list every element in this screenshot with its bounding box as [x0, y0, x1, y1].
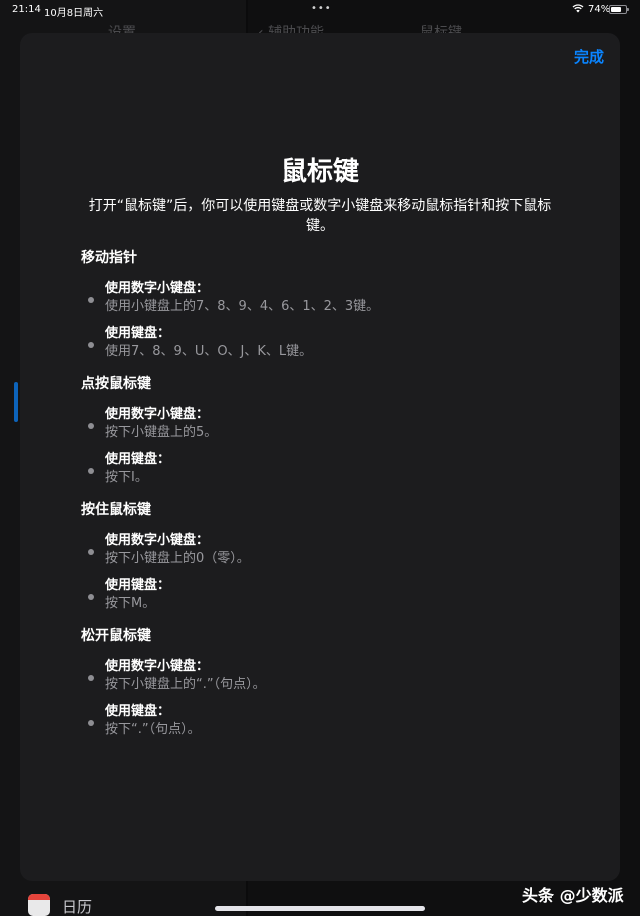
item-desc: 按下I。 [105, 470, 148, 485]
sheet-content: 移动指针 使用数字小键盘： 使用小键盘上的7、8、9、4、6、1、2、3键。 使… [81, 248, 561, 739]
item-desc: 使用小键盘上的7、8、9、4、6、1、2、3键。 [105, 299, 380, 314]
section-title: 移动指针 [81, 250, 137, 266]
bullet-icon [88, 594, 94, 600]
sheet-title: 鼠标键 [280, 157, 359, 187]
item-label: 使用数字小键盘： [105, 281, 210, 296]
status-bar: 21:14 10月8日周六 ••• 74% [0, 0, 640, 20]
sheet-intro: 打开“鼠标键”后，你可以使用键盘或数字小键盘来移动鼠标指针和按下鼠标键。 [88, 198, 552, 234]
bullet-icon [88, 720, 94, 726]
calendar-icon [28, 894, 50, 916]
item-desc: 按下小键盘上的0（零）。 [105, 551, 250, 566]
battery-icon [609, 5, 629, 14]
item-desc: 按下“.”（句点）。 [105, 722, 201, 737]
section-title: 点按鼠标键 [81, 376, 151, 392]
sidebar-item-calendar[interactable]: 日历 [62, 896, 92, 916]
item-label: 使用键盘： [105, 704, 171, 719]
section-release-mouse: 松开鼠标键 使用数字小键盘： 按下小键盘上的“.”（句点）。 使用键盘： 按下“… [81, 626, 561, 739]
list-item: 使用键盘： 按下I。 [81, 451, 561, 487]
home-indicator[interactable] [215, 906, 425, 911]
item-desc: 按下小键盘上的“.”（句点）。 [105, 677, 266, 692]
list-item: 使用数字小键盘： 使用小键盘上的7、8、9、4、6、1、2、3键。 [81, 280, 561, 316]
bullet-icon [88, 423, 94, 429]
battery-percent: 74% [588, 4, 611, 15]
item-desc: 按下小键盘上的5。 [105, 425, 218, 440]
item-label: 使用键盘： [105, 326, 171, 341]
list-item: 使用数字小键盘： 按下小键盘上的0（零）。 [81, 532, 561, 568]
bullet-icon [88, 342, 94, 348]
bullet-icon [88, 549, 94, 555]
battery-fill [611, 7, 621, 12]
section-title: 按住鼠标键 [81, 502, 151, 518]
item-desc: 使用7、8、9、U、O、J、K、L键。 [105, 344, 313, 359]
status-date: 10月8日周六 [44, 8, 104, 19]
item-label: 使用键盘： [105, 578, 171, 593]
list-item: 使用数字小键盘： 按下小键盘上的5。 [81, 406, 561, 442]
multitasking-dots-icon[interactable]: ••• [311, 3, 332, 14]
item-label: 使用数字小键盘： [105, 533, 210, 548]
item-label: 使用键盘： [105, 452, 171, 467]
section-move-pointer: 移动指针 使用数字小键盘： 使用小键盘上的7、8、9、4、6、1、2、3键。 使… [81, 248, 561, 361]
list-item: 使用键盘： 按下“.”（句点）。 [81, 703, 561, 739]
background-selected-indicator [14, 382, 18, 422]
wifi-icon [572, 4, 584, 13]
status-time: 21:14 [12, 4, 41, 15]
bullet-icon [88, 468, 94, 474]
bullet-icon [88, 297, 94, 303]
list-item: 使用键盘： 按下M。 [81, 577, 561, 613]
done-button[interactable]: 完成 [574, 46, 604, 67]
mouse-keys-info-sheet: 完成 鼠标键 打开“鼠标键”后，你可以使用键盘或数字小键盘来移动鼠标指针和按下鼠… [20, 33, 620, 881]
list-item: 使用键盘： 使用7、8、9、U、O、J、K、L键。 [81, 325, 561, 361]
section-title: 松开鼠标键 [81, 628, 151, 644]
item-label: 使用数字小键盘： [105, 659, 210, 674]
item-desc: 按下M。 [105, 596, 156, 611]
section-click-mouse: 点按鼠标键 使用数字小键盘： 按下小键盘上的5。 使用键盘： 按下I。 [81, 374, 561, 487]
list-item: 使用数字小键盘： 按下小键盘上的“.”（句点）。 [81, 658, 561, 694]
section-hold-mouse: 按住鼠标键 使用数字小键盘： 按下小键盘上的0（零）。 使用键盘： 按下M。 [81, 500, 561, 613]
item-label: 使用数字小键盘： [105, 407, 210, 422]
screen: 设置 ‹ 辅助功能 鼠标键 日历 21:14 10月8日周六 ••• 74% 完… [0, 0, 640, 916]
watermark-text: 头条 @少数派 [522, 886, 624, 905]
bullet-icon [88, 675, 94, 681]
